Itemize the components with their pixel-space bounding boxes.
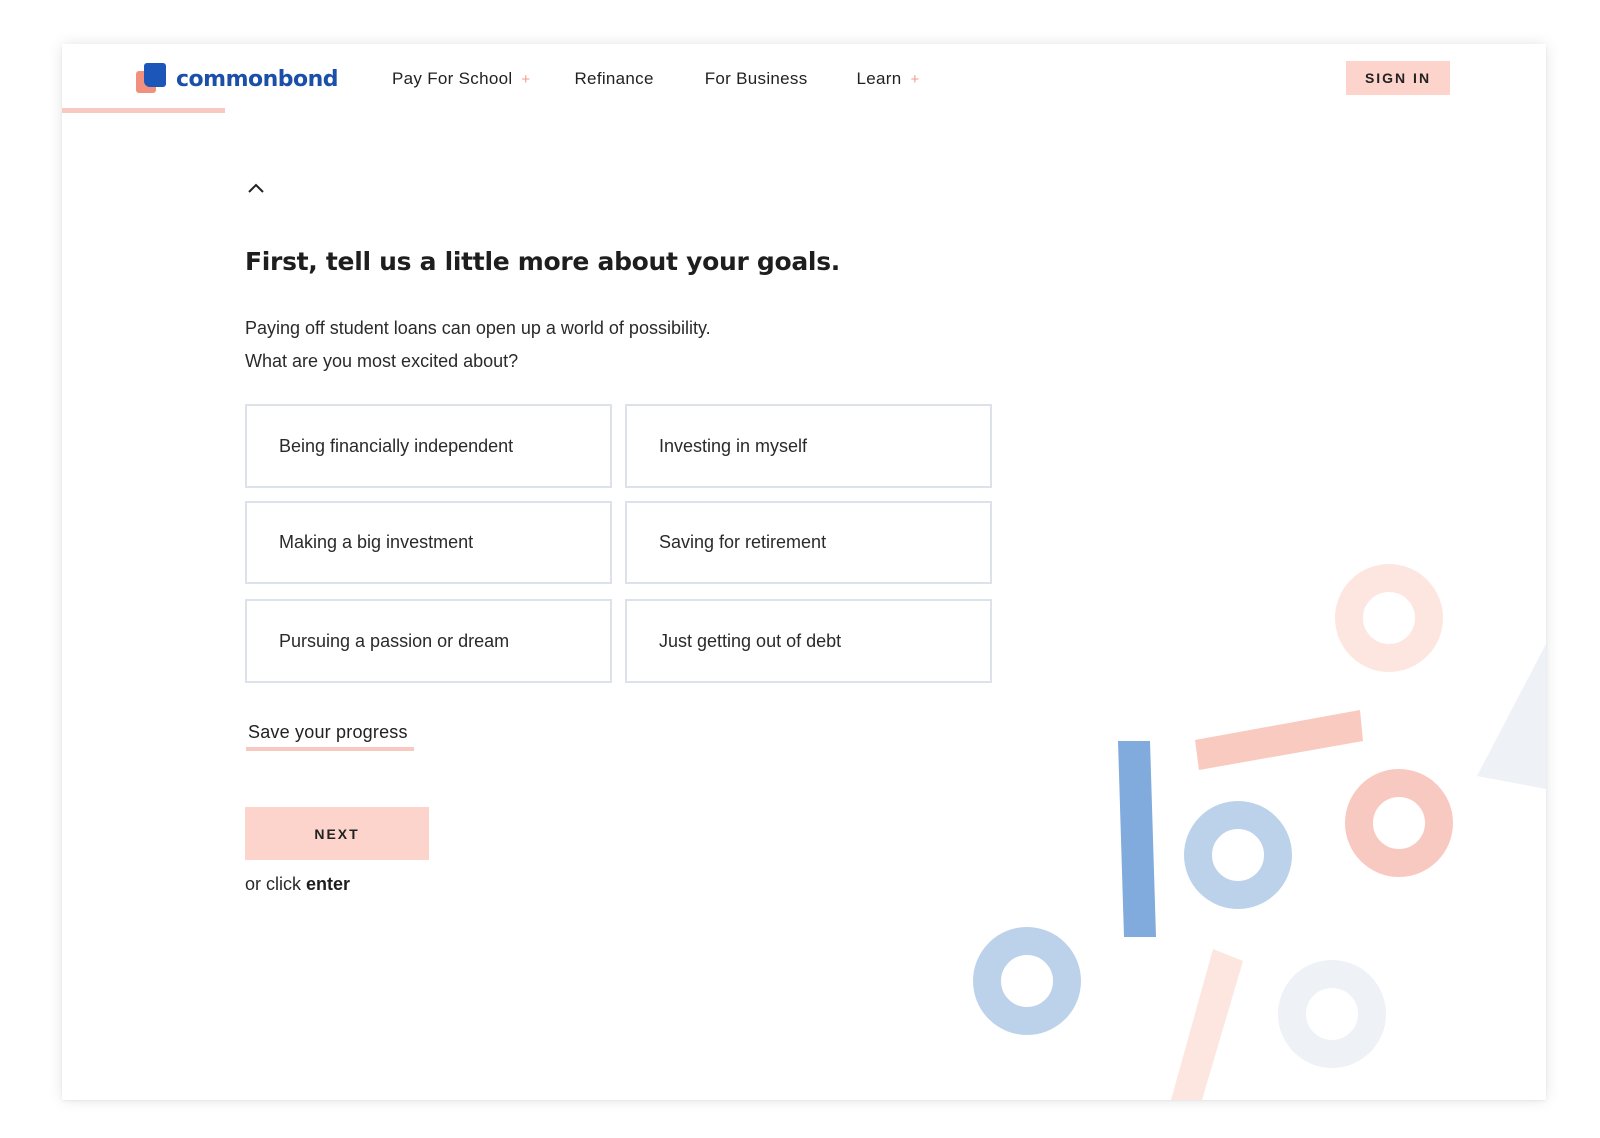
subtitle-line: What are you most excited about?	[245, 351, 519, 371]
save-progress-link[interactable]: Save your progress	[248, 722, 408, 743]
hint-prefix: or click	[245, 874, 302, 894]
logo-mark-icon	[136, 63, 168, 95]
subtitle-line: Paying off student loans can open up a w…	[245, 318, 711, 338]
nav-item-label: Refinance	[574, 69, 654, 88]
save-progress-underline	[246, 747, 414, 751]
hint-key: enter	[306, 874, 351, 894]
goal-option[interactable]: Just getting out of debt	[625, 599, 992, 683]
page-card: commonbond Pay For School + Refinance Fo…	[62, 44, 1546, 1100]
plus-icon: +	[521, 70, 531, 88]
page-subtitle: Paying off student loans can open up a w…	[245, 312, 711, 378]
sign-in-button[interactable]: SIGN IN	[1346, 61, 1450, 95]
goal-option[interactable]: Investing in myself	[625, 404, 992, 488]
nav-item-learn[interactable]: Learn +	[857, 69, 920, 89]
nav-item-pay-for-school[interactable]: Pay For School +	[392, 69, 530, 89]
chevron-up-icon[interactable]	[246, 180, 266, 196]
nav-item-refinance[interactable]: Refinance	[574, 69, 653, 89]
enter-hint: or click enter	[245, 874, 350, 895]
goal-option[interactable]: Making a big investment	[245, 501, 612, 584]
nav-item-label: For Business	[704, 69, 808, 88]
form-progress-bar	[62, 108, 225, 113]
goal-option[interactable]: Saving for retirement	[625, 501, 992, 584]
goal-option[interactable]: Being financially independent	[245, 404, 612, 488]
plus-icon: +	[910, 70, 920, 88]
nav-item-label: Pay For School	[392, 69, 513, 88]
goal-option[interactable]: Pursuing a passion or dream	[245, 599, 612, 683]
page-title: First, tell us a little more about your …	[245, 247, 840, 276]
nav-item-label: Learn	[856, 69, 902, 88]
nav-item-for-business[interactable]: For Business	[705, 69, 808, 89]
site-header: commonbond Pay For School + Refinance Fo…	[62, 44, 1546, 114]
brand-logo[interactable]: commonbond	[136, 63, 339, 95]
next-button[interactable]: NEXT	[245, 807, 429, 860]
main-nav: Pay For School + Refinance For Business …	[392, 69, 920, 89]
brand-name: commonbond	[176, 66, 339, 92]
